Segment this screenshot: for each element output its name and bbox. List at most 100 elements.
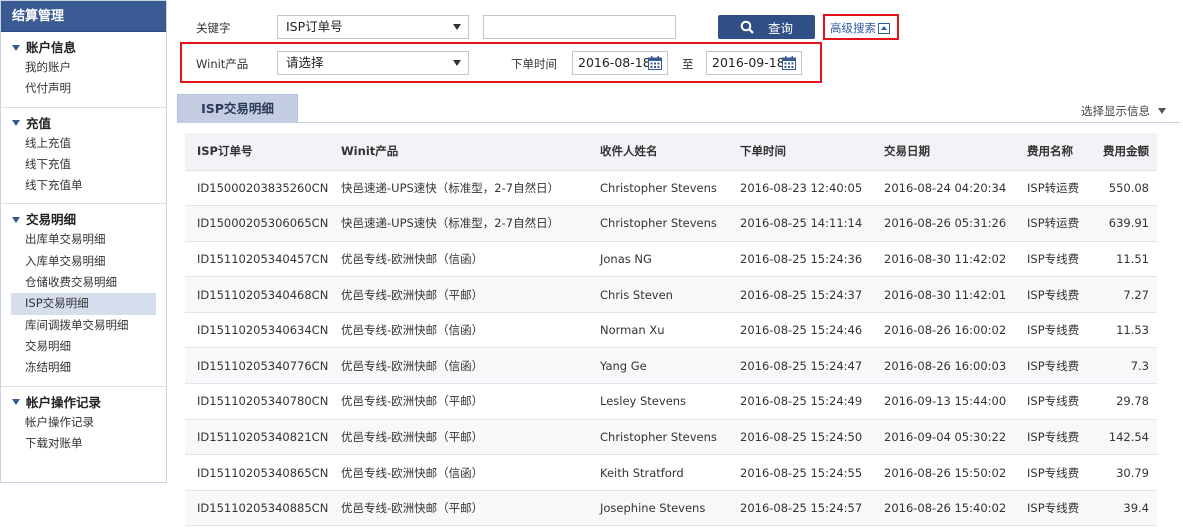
table-cell: 29.78: [1087, 383, 1157, 420]
sidebar-item[interactable]: 入库单交易明细: [1, 251, 166, 272]
table-cell: Jonas NG: [588, 241, 728, 278]
table-cell: 快邑速递-UPS速快（标准型，2-7自然日）: [329, 170, 588, 207]
transactions-table: ISP订单号 Winit产品 收件人姓名 下单时间 交易日期 费用名称 费用金额 ID150…: [185, 133, 1157, 527]
table-row: ID15110205340634CN 优邑专线-欧洲快邮（信函） Norman Xu…: [185, 312, 1157, 349]
table-cell: ID15110205340865CN: [185, 454, 329, 491]
table-cell: 30.79: [1087, 454, 1157, 491]
advanced-search-link[interactable]: 高级搜索: [830, 20, 890, 36]
sidebar-group: 充值线上充值 线下充值 线下充值单: [1, 108, 166, 205]
display-info-label: 选择显示信息: [1081, 104, 1150, 118]
table-cell: ISP专线费: [1015, 383, 1087, 420]
column-header: 下单时间: [728, 133, 872, 171]
triangle-down-icon: [12, 44, 20, 51]
table-cell: ID15000205306065CN: [185, 205, 329, 242]
calendar-icon: [648, 56, 662, 70]
sidebar-item[interactable]: 交易明细: [1, 336, 166, 357]
sidebar-item[interactable]: 线下充值: [1, 154, 166, 175]
table-cell: Christopher Stevens: [588, 205, 728, 242]
product-select-value: 请选择: [286, 55, 324, 70]
keyword-type-value: ISP订单号: [286, 19, 343, 34]
table-cell: 2016-08-24 04:20:34: [872, 170, 1015, 207]
calendar-icon: [782, 56, 796, 70]
table-cell: 优邑专线-欧洲快邮（信函）: [329, 454, 588, 491]
tab-isp-transactions[interactable]: ISP交易明细: [177, 94, 298, 123]
table-cell: ID15110205340634CN: [185, 312, 329, 349]
table-cell: 优邑专线-欧洲快邮（信函）: [329, 241, 588, 278]
sidebar-item[interactable]: 我的账户: [1, 57, 166, 78]
column-header: 收件人姓名: [588, 133, 728, 171]
table-cell: 2016-08-25 15:24:46: [728, 312, 872, 349]
table-cell: 2016-08-25 15:24:50: [728, 419, 872, 456]
sidebar-title: 结算管理: [1, 1, 166, 32]
tab-divider: [177, 122, 1180, 123]
table-cell: ISP专线费: [1015, 276, 1087, 313]
table-cell: 2016-08-25 15:24:55: [728, 454, 872, 491]
table-cell: ISP专线费: [1015, 347, 1087, 385]
display-info-dropdown[interactable]: 选择显示信息: [1081, 103, 1166, 119]
sidebar-item[interactable]: 代付声明: [1, 78, 166, 99]
sidebar-group-title[interactable]: 帐户操作记录: [1, 393, 166, 412]
date-from-value: 2016-08-18: [578, 55, 651, 70]
date-from-field[interactable]: 2016-08-18: [572, 51, 668, 75]
table-cell: 优邑专线-欧洲快邮（平邮）: [329, 419, 588, 456]
sidebar-group: 账户信息我的账户 代付声明: [1, 32, 166, 108]
table-cell: Josephine Stevens: [588, 490, 728, 527]
triangle-down-icon: [12, 399, 20, 406]
sidebar-item[interactable]: 库间调拨单交易明细: [1, 315, 166, 336]
sidebar-group-title[interactable]: 账户信息: [1, 38, 166, 57]
column-header: 费用金额: [1087, 133, 1157, 171]
table-cell: 优邑专线-欧洲快邮（信函）: [329, 347, 588, 385]
sidebar-item[interactable]: 仓储收费交易明细: [1, 272, 166, 293]
sidebar-group: 帐户操作记录 帐户操作记录 下载对账单: [1, 387, 166, 462]
sidebar-item[interactable]: 帐户操作记录: [1, 412, 166, 433]
table-row: ID15000205306065CN 快邑速递-UPS速快（标准型，2-7自然日）…: [185, 205, 1157, 242]
sidebar-group-label: 交易明细: [26, 212, 77, 228]
sidebar-item[interactable]: 线下充值单: [1, 175, 166, 196]
sidebar-group-title[interactable]: 交易明细: [1, 210, 166, 229]
table-cell: 2016-08-25 14:11:14: [728, 205, 872, 242]
sidebar-group-label: 充值: [26, 115, 52, 131]
table-row: ID15110205340468CN 优邑专线-欧洲快邮（平邮） Chris Ste…: [185, 276, 1157, 313]
sidebar-item[interactable]: 线上充值: [1, 133, 166, 154]
table-cell: ISP转运费: [1015, 205, 1087, 242]
table-row: ID15110205340457CN 优邑专线-欧洲快邮（信函） Jonas NG 2…: [185, 241, 1157, 278]
table-cell: ISP专线费: [1015, 454, 1087, 491]
column-header: ISP订单号: [185, 133, 329, 171]
sidebar-item[interactable]: 冻结明细: [1, 357, 166, 378]
table-cell: 7.27: [1087, 276, 1157, 313]
table-cell: 2016-08-25 15:24:36: [728, 241, 872, 278]
product-select[interactable]: 请选择: [277, 51, 469, 75]
keyword-input[interactable]: [483, 15, 676, 39]
table-cell: ID15110205340468CN: [185, 276, 329, 313]
search-icon: [740, 20, 754, 34]
table-row: ID15110205340865CN 优邑专线-欧洲快邮（信函） Keith Str…: [185, 454, 1157, 491]
sidebar-group-title[interactable]: 充值: [1, 114, 166, 133]
table-cell: 11.51: [1087, 241, 1157, 278]
table-row: ID15000203835260CN 快邑速递-UPS速快（标准型，2-7自然日）…: [185, 170, 1157, 207]
table-cell: Chris Steven: [588, 276, 728, 313]
sidebar-group-label: 账户信息: [26, 40, 77, 55]
keyword-type-select[interactable]: ISP订单号: [277, 15, 469, 39]
advanced-search-highlight: 高级搜索: [823, 14, 899, 40]
sidebar-item[interactable]: 下载对账单: [1, 433, 166, 454]
table-row: ID15110205340885CN 优邑专线-欧洲快邮（平邮） Josephine…: [185, 490, 1157, 527]
table-cell: 2016-08-26 16:00:03: [872, 347, 1015, 385]
column-header: 费用名称: [1015, 133, 1087, 171]
sidebar-item[interactable]: 出库单交易明细: [1, 229, 166, 250]
table-cell: 2016-08-26 15:40:02: [872, 490, 1015, 527]
search-button[interactable]: 查询: [718, 15, 815, 39]
table-cell: 快邑速递-UPS速快（标准型，2-7自然日）: [329, 205, 588, 242]
sidebar-item[interactable]: ISP交易明细: [11, 293, 156, 315]
advanced-search-label: 高级搜索: [830, 21, 876, 35]
date-to-field[interactable]: 2016-09-18: [706, 51, 802, 75]
triangle-down-icon: [12, 216, 20, 223]
keyword-label: 关键字: [196, 21, 231, 35]
table-cell: 优邑专线-欧洲快邮（平邮）: [329, 490, 588, 527]
table-cell: Lesley Stevens: [588, 383, 728, 420]
table-cell: ID15110205340885CN: [185, 490, 329, 527]
table-cell: Christopher Stevens: [588, 170, 728, 207]
to-label: 至: [682, 57, 694, 71]
table-cell: 2016-08-26 16:00:02: [872, 312, 1015, 349]
table-cell: 优邑专线-欧洲快邮（平邮）: [329, 383, 588, 420]
table-cell: 优邑专线-欧洲快邮（平邮）: [329, 276, 588, 313]
